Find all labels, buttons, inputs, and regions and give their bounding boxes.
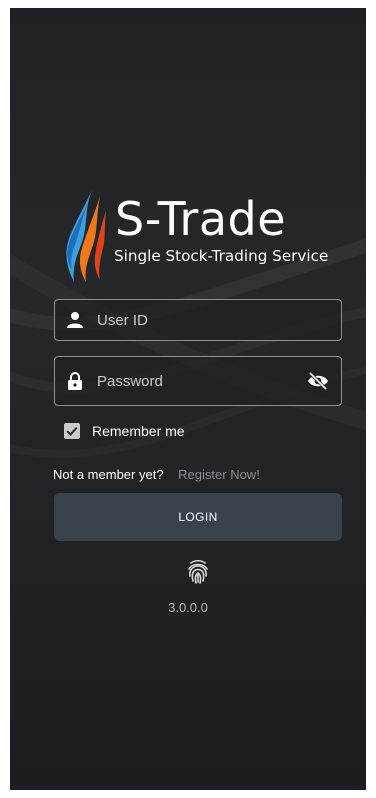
login-screen: S-Trade Single Stock-Trading Service Use… bbox=[10, 8, 366, 790]
fingerprint-icon[interactable] bbox=[186, 559, 210, 585]
app-tagline: Single Stock-Trading Service bbox=[114, 247, 329, 265]
eye-off-icon[interactable] bbox=[307, 372, 329, 390]
register-now-link[interactable]: Register Now! bbox=[178, 467, 260, 482]
lock-icon bbox=[68, 372, 82, 390]
app-version: 3.0.0.0 bbox=[168, 600, 208, 615]
remember-me-checkbox[interactable] bbox=[64, 423, 80, 439]
remember-me-option[interactable]: Remember me bbox=[64, 422, 185, 440]
user-id-field[interactable] bbox=[54, 299, 342, 341]
remember-me-label: Remember me bbox=[92, 423, 185, 439]
user-id-input[interactable] bbox=[97, 300, 287, 340]
register-question: Not a member yet? bbox=[53, 467, 164, 482]
app-logo: S-Trade Single Stock-Trading Service bbox=[62, 190, 352, 290]
login-button[interactable]: LOGIN bbox=[54, 493, 342, 541]
app-title: S-Trade bbox=[115, 192, 287, 246]
check-icon bbox=[66, 426, 78, 436]
register-prompt: Not a member yet? Register Now! bbox=[53, 467, 260, 482]
person-icon bbox=[67, 312, 83, 328]
s-trade-logo-icon bbox=[66, 190, 106, 282]
password-input[interactable] bbox=[97, 357, 287, 405]
password-field[interactable] bbox=[54, 356, 342, 406]
